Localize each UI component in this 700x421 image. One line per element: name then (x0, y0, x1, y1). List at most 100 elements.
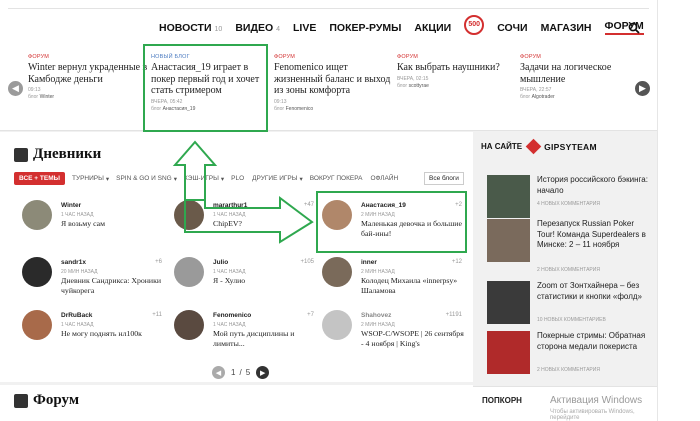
article-comments[interactable]: 4 НОВЫХ КОММЕНТАРИЯ (537, 201, 600, 207)
post-time: 2 МИН НАЗАД (361, 322, 395, 328)
nav-shop[interactable]: МАГАЗИН (541, 22, 592, 34)
post-author[interactable]: Shahovez (361, 312, 391, 319)
diamond-icon (525, 138, 542, 155)
diaries-heading: Дневники (14, 146, 101, 163)
diary-post[interactable]: Fenomenico +7 1 ЧАС НАЗАД Мой путь дисци… (174, 310, 314, 354)
right-edge-panel (657, 0, 700, 421)
highlight-box (143, 44, 268, 132)
news-title[interactable]: Fenomenico ищет жизненный баланс и выход… (274, 62, 394, 97)
post-title[interactable]: WSOP-C/WSOPE | 26 сентября - 4 ноября | … (361, 329, 466, 348)
news-card[interactable]: ФОРУМ Fenomenico ищет жизненный баланс и… (274, 54, 394, 113)
news-tag: ФОРУМ (397, 54, 419, 60)
post-title[interactable]: Не могу поднять нл100к (61, 329, 166, 339)
avatar[interactable] (22, 257, 52, 287)
all-blogs-button[interactable]: Все блоги (424, 172, 464, 185)
avatar[interactable] (22, 200, 52, 230)
nav-news[interactable]: НОВОСТИ 10 (159, 22, 222, 34)
article-thumbnail[interactable] (487, 331, 530, 374)
news-meta: ВЧЕРА, 02:15 блог scottyrae (397, 75, 429, 89)
article-title[interactable]: Перезапуск Russian Poker Tour! Команда S… (537, 219, 649, 251)
article-comments[interactable]: 2 НОВЫХ КОММЕНТАРИЯ (537, 267, 600, 273)
prev-page-button[interactable]: ◀ (212, 366, 225, 379)
filter-spin[interactable]: SPIN & GO И SNG (116, 175, 172, 182)
post-author[interactable]: sandr1x (61, 259, 86, 266)
post-title[interactable]: Я - Хулио (213, 276, 318, 286)
gipsyteam-logo[interactable]: GIPSYTEAM (525, 138, 597, 155)
news-title[interactable]: Winter вернул украденные в Камбодже день… (28, 62, 148, 85)
post-time: 1 ЧАС НАЗАД (213, 322, 246, 328)
sidebar-article[interactable]: Перезапуск Russian Poker Tour! Команда S… (487, 219, 649, 273)
pagination: ◀ 1 / 5 ▶ (212, 366, 270, 379)
news-card[interactable]: ФОРУМ Winter вернул украденные в Камбодж… (28, 54, 148, 101)
post-time: 1 ЧАС НАЗАД (61, 212, 94, 218)
post-title[interactable]: Я возьму сам (61, 219, 166, 229)
diary-post[interactable]: Winter 1 ЧАС НАЗАД Я возьму сам (22, 200, 162, 244)
news-title[interactable]: Задачи на логическое мышление (520, 62, 630, 85)
diary-post[interactable]: Julio +105 1 ЧАС НАЗАД Я - Хулио (174, 257, 314, 301)
post-author[interactable]: Winter (61, 202, 81, 209)
avatar[interactable] (22, 310, 52, 340)
post-author[interactable]: inner (361, 259, 377, 266)
post-time: 2 МИН НАЗАД (361, 269, 395, 275)
filter-tournaments[interactable]: ТУРНИРЫ (72, 175, 104, 182)
post-time: 20 МИН НАЗАД (61, 269, 98, 275)
chevron-down-icon: ▾ (105, 175, 110, 183)
diary-post[interactable]: inner +12 2 МИН НАЗАД Колодец Михаила «i… (322, 257, 462, 301)
news-tag: ФОРУМ (274, 54, 296, 60)
sidebar-article[interactable]: Zoom от Зонтхайнера – без статистики и к… (487, 281, 647, 333)
post-time: 1 ЧАС НАЗАД (213, 269, 246, 275)
post-title[interactable]: Мой путь дисциплины и лимиты... (213, 329, 318, 348)
news-card[interactable]: ФОРУМ Задачи на логическое мышление ВЧЕР… (520, 54, 630, 101)
page: НОВОСТИ 10 ВИДЕО 4 LIVE ПОКЕР-РУМЫ АКЦИИ 5… (0, 0, 657, 421)
news-title[interactable]: Как выбрать наушники? (397, 62, 517, 74)
article-comments[interactable]: 10 НОВЫХ КОММЕНТАРИЕВ (537, 317, 606, 323)
diary-post[interactable]: sandr1x +6 20 МИН НАЗАД Дневник Сандрикс… (22, 257, 162, 301)
page-separator: / (239, 368, 242, 377)
article-thumbnail[interactable] (487, 175, 530, 218)
arrow-overlay (172, 140, 314, 244)
avatar[interactable] (322, 257, 352, 287)
carousel-next-button[interactable]: ▶ (635, 81, 650, 96)
current-page: 1 (231, 368, 236, 377)
post-comment-count: +1191 (445, 312, 462, 318)
avatar[interactable] (322, 310, 352, 340)
500-logo[interactable]: 500 (464, 14, 485, 35)
article-thumbnail[interactable] (487, 219, 530, 262)
total-pages: 5 (245, 368, 251, 377)
forum-heading: Форум (14, 392, 79, 409)
post-author[interactable]: Julio (213, 259, 228, 266)
article-title[interactable]: Покерные стримы: Обратная сторона медали… (537, 331, 649, 352)
sidebar-article[interactable]: Покерные стримы: Обратная сторона медали… (487, 331, 647, 383)
nav-sochi[interactable]: СОЧИ (497, 22, 527, 34)
avatar[interactable] (174, 310, 204, 340)
article-title[interactable]: История российского бэкинга: начало (537, 175, 649, 196)
nav-poker-rooms[interactable]: ПОКЕР-РУМЫ (329, 22, 401, 34)
news-meta: 09:13 блог Fenomenico (274, 98, 314, 112)
article-thumbnail[interactable] (487, 281, 530, 324)
carousel-prev-button[interactable]: ◀ (8, 81, 23, 96)
post-title[interactable]: Дневник Сандрикса: Хроники чуйкорега (61, 276, 166, 295)
filter-offline[interactable]: ОФЛАЙН (370, 175, 398, 182)
diary-post[interactable]: Shahovez +1191 2 МИН НАЗАД WSOP-C/WSOPE … (322, 310, 464, 354)
nav-promotions[interactable]: АКЦИИ (414, 22, 451, 34)
post-author[interactable]: DrRuBack (61, 312, 92, 319)
post-title[interactable]: Колодец Михаила «innerpsy» Шаламова (361, 276, 466, 295)
avatar[interactable] (174, 257, 204, 287)
diary-icon (14, 147, 28, 162)
sidebar-heading: НА САЙТЕ GIPSYTEAM (481, 138, 648, 155)
news-tag: ФОРУМ (520, 54, 542, 60)
post-comment-count: +12 (451, 259, 462, 265)
article-title[interactable]: Zoom от Зонтхайнера – без статистики и к… (537, 281, 649, 302)
post-comment-count: +105 (300, 259, 314, 265)
forum-icon (14, 393, 28, 408)
post-author[interactable]: Fenomenico (213, 312, 251, 319)
news-card[interactable]: ФОРУМ Как выбрать наушники? ВЧЕРА, 02:15… (397, 54, 517, 90)
next-page-button[interactable]: ▶ (256, 366, 270, 379)
article-comments[interactable]: 2 НОВЫХ КОММЕНТАРИЯ (537, 367, 600, 373)
filter-all[interactable]: ВСЕ + ТЕМЫ (14, 172, 65, 185)
top-nav: НОВОСТИ 10 ВИДЕО 4 LIVE ПОКЕР-РУМЫ АКЦИИ 5… (0, 0, 657, 46)
search-icon[interactable] (628, 22, 640, 34)
diary-post[interactable]: DrRuBack +11 1 ЧАС НАЗАД Не могу поднять… (22, 310, 162, 354)
nav-live[interactable]: LIVE (293, 22, 316, 34)
nav-video[interactable]: ВИДЕО 4 (235, 22, 280, 34)
